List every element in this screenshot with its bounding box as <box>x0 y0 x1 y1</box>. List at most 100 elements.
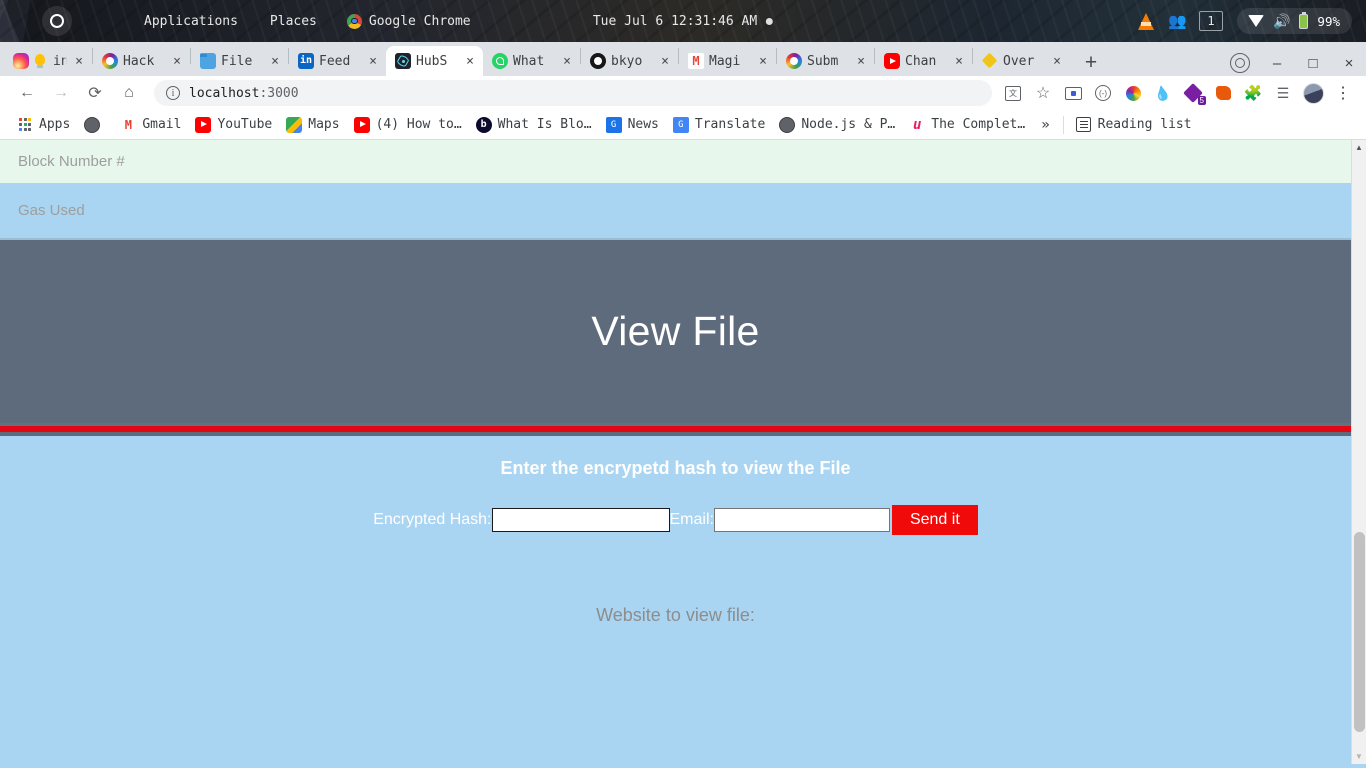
browser-tab-magi[interactable]: M Magi × <box>679 46 776 76</box>
bookmark-apps[interactable]: Apps <box>10 113 77 137</box>
workspace-indicator[interactable]: 1 <box>1198 11 1223 31</box>
chrome-icon <box>346 13 362 29</box>
page-filler <box>0 626 1351 764</box>
page-viewport: Block Number # Gas Used View File Enter … <box>0 140 1366 764</box>
send-it-button[interactable]: Send it <box>891 505 978 535</box>
eyedropper-icon[interactable]: 💧 <box>1148 79 1178 107</box>
cast-icon[interactable] <box>1058 79 1088 107</box>
tab-close-icon[interactable]: × <box>658 54 672 69</box>
color-wheel-icon[interactable] <box>1118 79 1148 107</box>
tab-close-icon[interactable]: × <box>854 54 868 69</box>
vlc-cone-icon[interactable] <box>1138 12 1155 30</box>
browser-tab-what[interactable]: What × <box>483 46 580 76</box>
bookmark-star-icon[interactable]: ☆ <box>1028 79 1058 107</box>
purple-extension-icon[interactable]: 5 <box>1178 79 1208 107</box>
bookmark-the-complete[interactable]: u The Complet… <box>902 113 1032 137</box>
website-to-view-file-label: Website to view file: <box>596 605 755 625</box>
reading-list-label: Reading list <box>1097 117 1192 132</box>
clock-label: Tue Jul 6 12:31:46 AM <box>592 13 758 29</box>
tab-close-icon[interactable]: × <box>170 54 184 69</box>
email-input[interactable] <box>713 508 890 532</box>
profile-avatar-icon[interactable] <box>1298 79 1328 107</box>
tab-title: What <box>513 53 545 69</box>
email-label: Email: <box>669 511 714 528</box>
window-minimize-button[interactable]: – <box>1260 55 1294 72</box>
browser-tab-in[interactable]: in × <box>4 46 92 76</box>
battery-icon <box>1299 11 1309 29</box>
tab-close-icon[interactable]: × <box>463 54 477 69</box>
tab-close-icon[interactable]: × <box>366 54 380 69</box>
bookmark-what-is-blockchain[interactable]: b What Is Blo… <box>469 113 599 137</box>
browser-tab-over[interactable]: Over × <box>973 46 1070 76</box>
app-menu-google-chrome[interactable]: Google Chrome <box>333 13 485 29</box>
home-button[interactable]: ⌂ <box>112 79 146 107</box>
battery-percent: 99% <box>1317 13 1340 29</box>
bookmark-maps[interactable]: Maps <box>279 113 346 137</box>
browser-tab-chan[interactable]: Chan × <box>875 46 972 76</box>
wifi-icon <box>1247 15 1264 27</box>
browser-tab-feed[interactable]: in Feed × <box>289 46 386 76</box>
users-icon[interactable]: 👥 <box>1168 12 1187 30</box>
page-scrollbar[interactable]: ▲ ▼ <box>1351 140 1366 764</box>
globe-icon <box>779 116 796 133</box>
browser-tab-strip: in × Hack × File × in Feed × HubS × What… <box>0 42 1366 76</box>
bookmark-nodejs[interactable]: Node.js & P… <box>772 113 902 137</box>
media-list-icon[interactable]: ☰ <box>1268 79 1298 107</box>
tab-close-icon[interactable]: × <box>952 54 966 69</box>
encrypted-hash-input[interactable] <box>491 508 670 532</box>
firefox-extension-icon[interactable] <box>1208 79 1238 107</box>
google-news-icon: G <box>605 116 622 133</box>
translate-icon[interactable]: 文 <box>998 79 1028 107</box>
profile-badge-icon[interactable] <box>1230 53 1250 73</box>
url-host: localhost <box>189 85 260 101</box>
gmail-icon: M <box>120 116 137 133</box>
back-button[interactable]: ← <box>10 79 44 107</box>
bookmark-news[interactable]: G News <box>599 113 666 137</box>
puzzle-extensions-icon[interactable]: 🧩 <box>1238 79 1268 107</box>
view-file-form: Enter the encrypetd hash to view the Fil… <box>0 436 1351 626</box>
chrome-menu-kebab-icon[interactable]: ⋮ <box>1328 79 1358 107</box>
reload-button[interactable]: ⟳ <box>78 79 112 107</box>
bookmark-label: Gmail <box>142 117 182 132</box>
window-close-button[interactable]: × <box>1332 55 1366 72</box>
tab-close-icon[interactable]: × <box>72 54 86 69</box>
hackerrank-icon <box>102 53 118 69</box>
browser-tab-subm[interactable]: Subm × <box>777 46 874 76</box>
reading-list-button[interactable]: Reading list <box>1068 117 1200 132</box>
face-circle-icon[interactable]: (-) <box>1088 79 1118 107</box>
browser-tab-hack[interactable]: Hack × <box>93 46 190 76</box>
tab-close-icon[interactable]: × <box>560 54 574 69</box>
status-menu[interactable]: 🔊 99% <box>1236 8 1352 34</box>
diamond-icon <box>982 53 998 69</box>
scrollbar-thumb[interactable] <box>1354 532 1365 732</box>
info-circle-icon[interactable]: i <box>166 86 180 100</box>
forward-button[interactable]: → <box>44 79 78 107</box>
scroll-down-arrow-icon[interactable]: ▼ <box>1352 749 1366 764</box>
bookmark-how-to[interactable]: (4) How to… <box>347 113 469 137</box>
blockchain-icon: b <box>475 116 492 133</box>
page-hero: View File <box>0 240 1351 426</box>
bookmark-translate[interactable]: G Translate <box>666 113 772 137</box>
places-menu[interactable]: Places <box>254 14 333 29</box>
applications-menu[interactable]: Applications <box>128 14 254 29</box>
scroll-up-arrow-icon[interactable]: ▲ <box>1352 140 1366 155</box>
gas-used-label: Gas Used <box>18 202 85 219</box>
bookmark-gmail[interactable]: M Gmail <box>113 113 188 137</box>
browser-tab-hubs-active[interactable]: HubS × <box>386 46 483 76</box>
tab-close-icon[interactable]: × <box>1050 54 1064 69</box>
window-maximize-button[interactable]: □ <box>1296 55 1330 72</box>
tab-close-icon[interactable]: × <box>268 54 282 69</box>
bookmark-youtube[interactable]: YouTube <box>188 113 279 137</box>
clock[interactable]: Tue Jul 6 12:31:46 AM <box>592 13 774 29</box>
bookmark-globe[interactable] <box>77 113 113 137</box>
browser-tab-file[interactable]: File × <box>191 46 288 76</box>
activities-button[interactable] <box>42 6 72 36</box>
tab-close-icon[interactable]: × <box>756 54 770 69</box>
browser-tab-bkyo[interactable]: bkyo × <box>581 46 678 76</box>
linkedin-icon: in <box>298 53 314 69</box>
bookmarks-overflow-button[interactable]: » <box>1032 117 1058 133</box>
bookmark-label: Translate <box>694 117 766 132</box>
tab-title: File <box>221 53 253 69</box>
new-tab-button[interactable]: + <box>1078 52 1104 73</box>
address-bar[interactable]: i localhost:3000 <box>154 80 992 106</box>
